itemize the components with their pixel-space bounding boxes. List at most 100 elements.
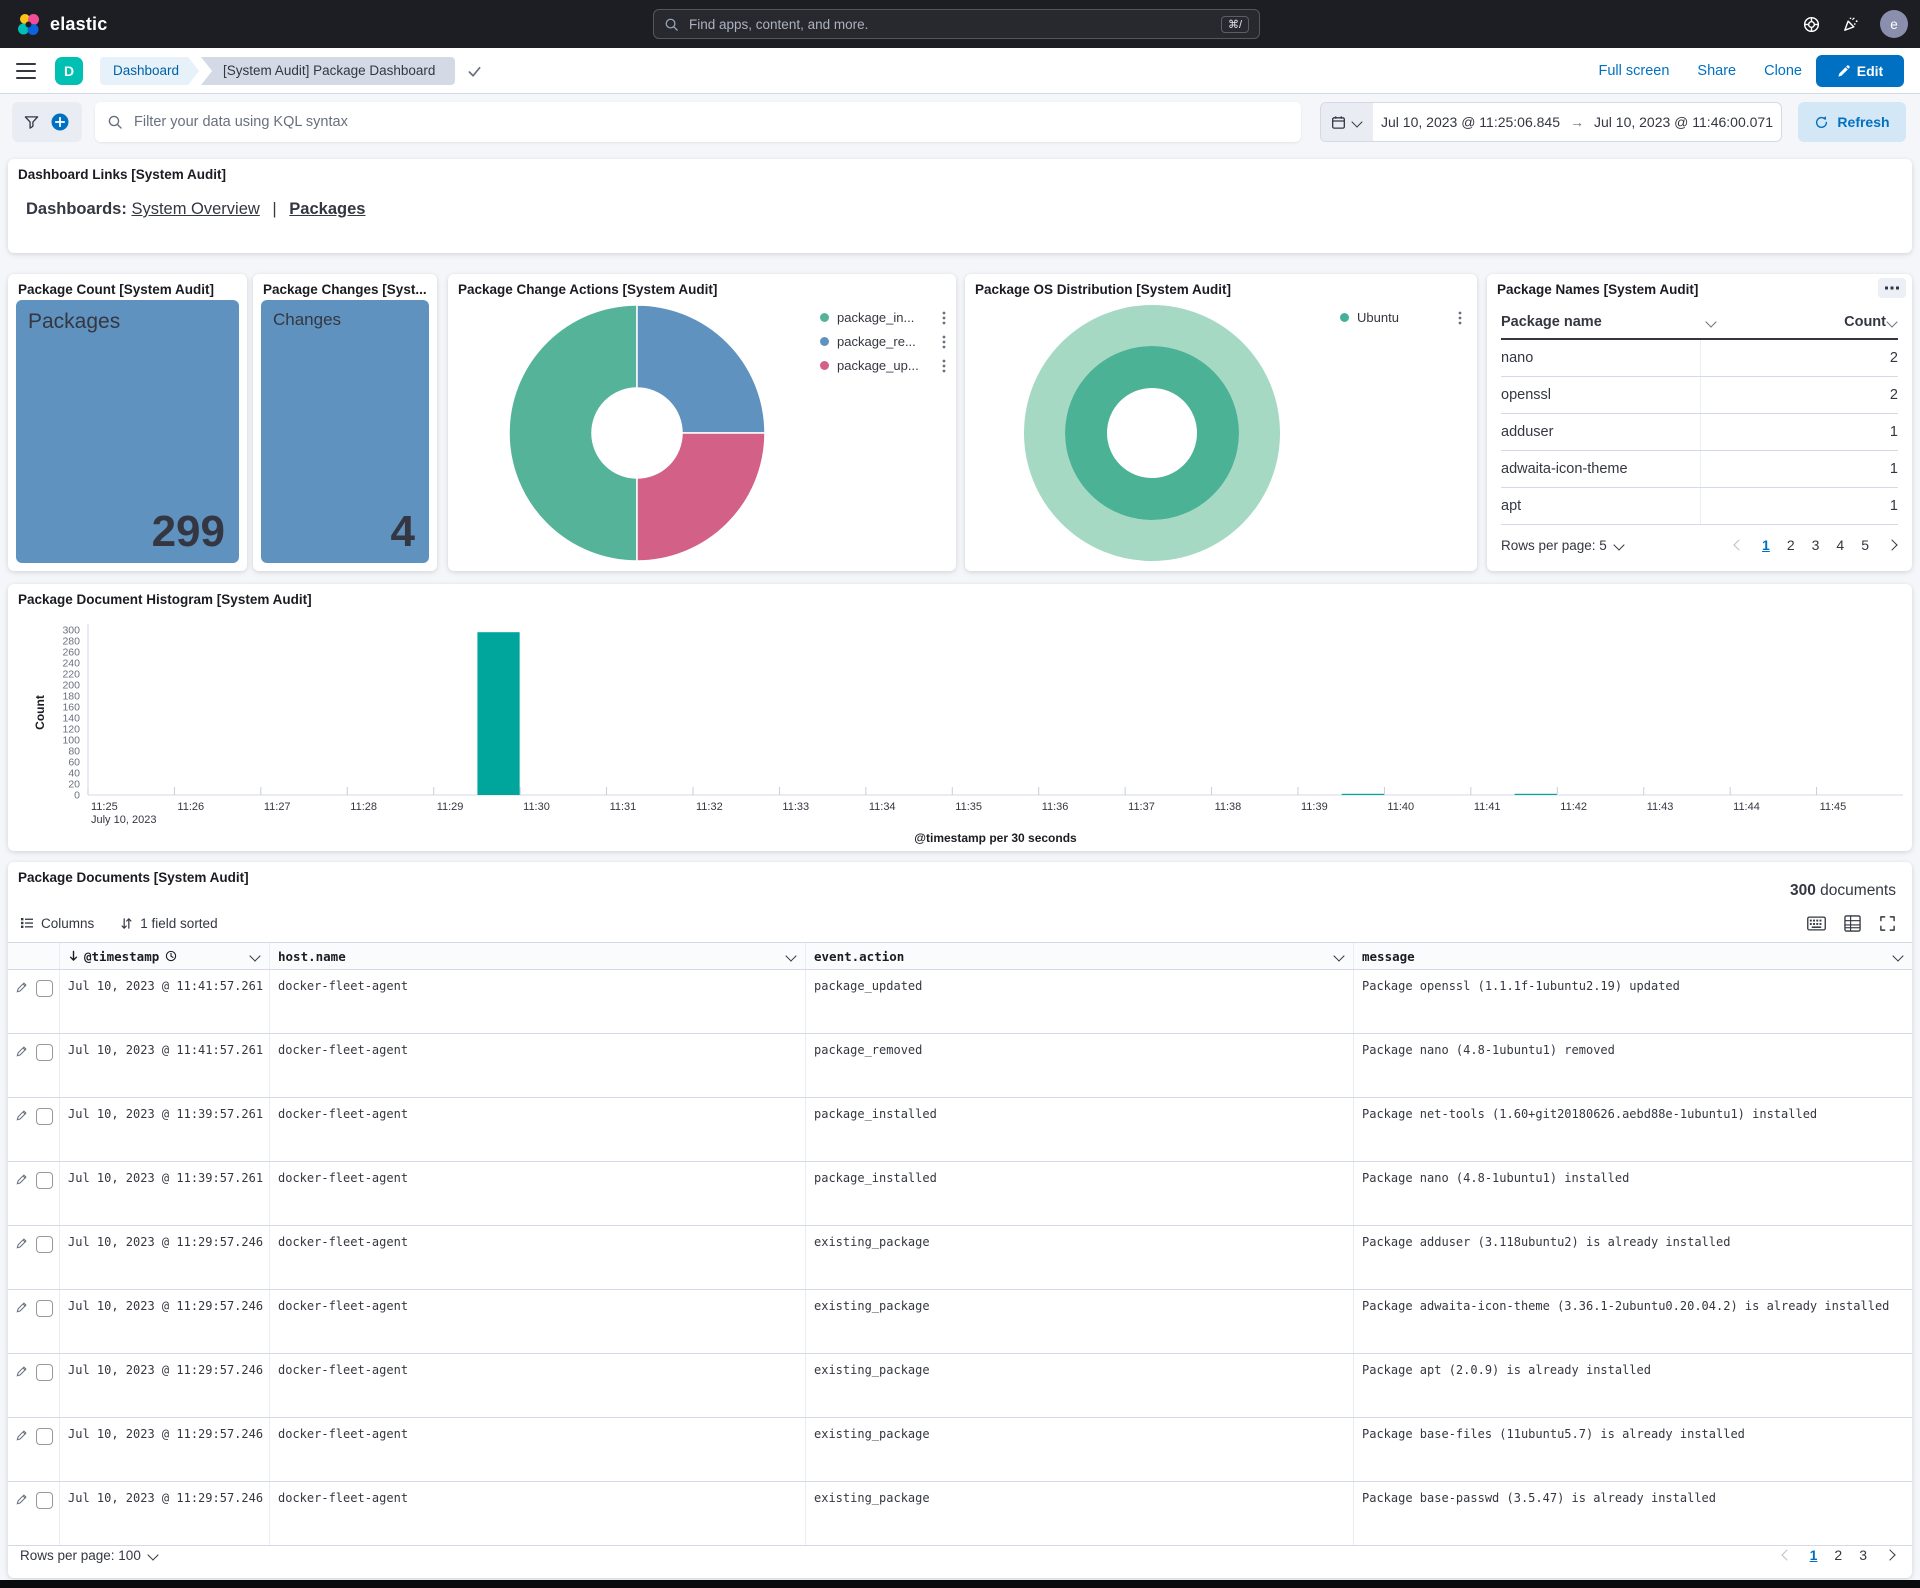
pagination-page-5[interactable]: 5: [1861, 537, 1869, 553]
elastic-logo[interactable]: elastic: [16, 0, 107, 48]
select-row-checkbox[interactable]: [36, 980, 53, 997]
document-histogram-chart[interactable]: 0204060801001201401601802002202402602803…: [8, 610, 1912, 848]
filter-funnel-icon[interactable]: [24, 115, 39, 130]
links-separator: |: [272, 200, 276, 218]
table-row[interactable]: apt1: [1501, 488, 1898, 525]
table-row[interactable]: adwaita-icon-theme1: [1501, 451, 1898, 488]
metric-visualization: Packages 299: [16, 300, 239, 563]
table-row[interactable]: nano2: [1501, 340, 1898, 377]
column-count[interactable]: Count: [1844, 314, 1886, 330]
date-to[interactable]: Jul 10, 2023 @ 11:46:00.071: [1594, 114, 1773, 130]
table-row[interactable]: openssl2: [1501, 377, 1898, 414]
edit-document-icon[interactable]: [16, 1237, 28, 1249]
chevron-down-icon[interactable]: [1333, 950, 1344, 961]
columns-button[interactable]: Columns: [20, 916, 94, 931]
legend-options-icon[interactable]: [942, 359, 946, 373]
select-row-checkbox[interactable]: [36, 1236, 53, 1253]
global-search[interactable]: ⌘/: [653, 9, 1260, 39]
svg-text:11:40: 11:40: [1387, 801, 1414, 813]
column-header-message[interactable]: message: [1354, 943, 1912, 969]
edit-document-icon[interactable]: [16, 1365, 28, 1377]
help-icon[interactable]: [1802, 15, 1821, 34]
edit-document-icon[interactable]: [16, 1173, 28, 1185]
pagination-page-3[interactable]: 3: [1859, 1547, 1867, 1563]
chevron-down-icon[interactable]: [785, 950, 796, 961]
keyboard-icon[interactable]: [1807, 916, 1826, 931]
legend-options-icon[interactable]: [942, 335, 946, 349]
filter-bar: Jul 10, 2023 @ 11:25:06.845 → Jul 10, 20…: [0, 94, 1920, 150]
global-search-input[interactable]: [687, 16, 1213, 33]
pagination-prev-icon[interactable]: [1781, 1551, 1793, 1559]
column-header-timestamp[interactable]: @timestamp: [60, 943, 270, 969]
pagination-page-3[interactable]: 3: [1812, 537, 1820, 553]
timestamp-cell: Jul 10, 2023 @ 11:39:57.261: [60, 1098, 270, 1161]
legend-label[interactable]: package_up...: [837, 358, 919, 373]
edit-document-icon[interactable]: [16, 981, 28, 993]
pagination-next-icon[interactable]: [1884, 1551, 1896, 1559]
legend-label[interactable]: package_re...: [837, 334, 916, 349]
select-row-checkbox[interactable]: [36, 1428, 53, 1445]
column-header-host-name[interactable]: host.name: [270, 943, 806, 969]
select-row-checkbox[interactable]: [36, 1172, 53, 1189]
change-actions-donut-chart[interactable]: [502, 298, 772, 568]
menu-hamburger-icon[interactable]: [16, 63, 36, 79]
edit-document-icon[interactable]: [16, 1045, 28, 1057]
column-package-name[interactable]: Package name: [1501, 314, 1602, 330]
sort-fields-button[interactable]: 1 field sorted: [120, 916, 217, 931]
select-row-checkbox[interactable]: [36, 1108, 53, 1125]
pagination-prev-icon[interactable]: [1733, 541, 1745, 549]
rows-per-page-select[interactable]: Rows per page: 5: [1501, 538, 1625, 553]
edit-document-icon[interactable]: [16, 1301, 28, 1313]
select-row-checkbox[interactable]: [36, 1492, 53, 1509]
table-density-icon[interactable]: [1844, 915, 1861, 932]
add-filter-icon[interactable]: [50, 112, 70, 132]
legend-label[interactable]: Ubuntu: [1357, 310, 1399, 325]
pagination-page-2[interactable]: 2: [1834, 1547, 1842, 1563]
pagination-page-2[interactable]: 2: [1787, 537, 1795, 553]
chevron-down-icon[interactable]: [1886, 316, 1897, 327]
pagination-next-icon[interactable]: [1886, 541, 1898, 549]
table-row[interactable]: adduser1: [1501, 414, 1898, 451]
donut-slice-package_in-[interactable]: [509, 305, 637, 561]
histogram-bar[interactable]: [1342, 794, 1384, 795]
os-ring-inner[interactable]: [1086, 367, 1218, 499]
select-row-checkbox[interactable]: [36, 1364, 53, 1381]
chevron-down-icon[interactable]: [249, 950, 260, 961]
breadcrumb-dashboard[interactable]: Dashboard: [100, 57, 199, 85]
pagination-page-1[interactable]: 1: [1810, 1547, 1818, 1563]
donut-slice-package_up-[interactable]: [637, 433, 765, 561]
dashboard-app-badge[interactable]: D: [55, 57, 83, 85]
legend-label[interactable]: package_in...: [837, 310, 914, 325]
full-screen-button[interactable]: Full screen: [1598, 63, 1669, 79]
donut-slice-package_re-[interactable]: [637, 305, 765, 433]
kql-query-input[interactable]: [132, 113, 1289, 131]
share-button[interactable]: Share: [1697, 63, 1736, 79]
edit-button[interactable]: Edit: [1816, 55, 1904, 87]
chevron-down-icon[interactable]: [1892, 950, 1903, 961]
clone-button[interactable]: Clone: [1764, 63, 1802, 79]
user-avatar[interactable]: e: [1880, 10, 1908, 38]
fullscreen-icon[interactable]: [1879, 915, 1896, 932]
column-header-event-action[interactable]: event.action: [806, 943, 1354, 969]
legend-options-icon[interactable]: [942, 311, 946, 325]
histogram-bar[interactable]: [477, 632, 519, 795]
pagination-page-1[interactable]: 1: [1762, 537, 1770, 553]
select-row-checkbox[interactable]: [36, 1300, 53, 1317]
rows-per-page-select[interactable]: Rows per page: 100: [20, 1548, 159, 1563]
link-system-overview[interactable]: System Overview: [131, 200, 259, 218]
histogram-bar[interactable]: [1515, 794, 1557, 795]
date-picker-toggle[interactable]: [1321, 103, 1373, 141]
pagination-page-4[interactable]: 4: [1836, 537, 1844, 553]
date-from[interactable]: Jul 10, 2023 @ 11:25:06.845: [1381, 114, 1560, 130]
edit-document-icon[interactable]: [16, 1429, 28, 1441]
legend-options-icon[interactable]: [1458, 311, 1462, 325]
os-distribution-donut-chart[interactable]: [1017, 298, 1287, 568]
chevron-down-icon[interactable]: [1705, 316, 1716, 327]
edit-document-icon[interactable]: [16, 1493, 28, 1505]
edit-document-icon[interactable]: [16, 1109, 28, 1121]
whats-new-icon[interactable]: [1841, 15, 1860, 34]
select-row-checkbox[interactable]: [36, 1044, 53, 1061]
link-packages[interactable]: Packages: [289, 200, 365, 218]
panel-options-icon[interactable]: [1878, 278, 1906, 298]
refresh-button[interactable]: Refresh: [1798, 102, 1906, 142]
